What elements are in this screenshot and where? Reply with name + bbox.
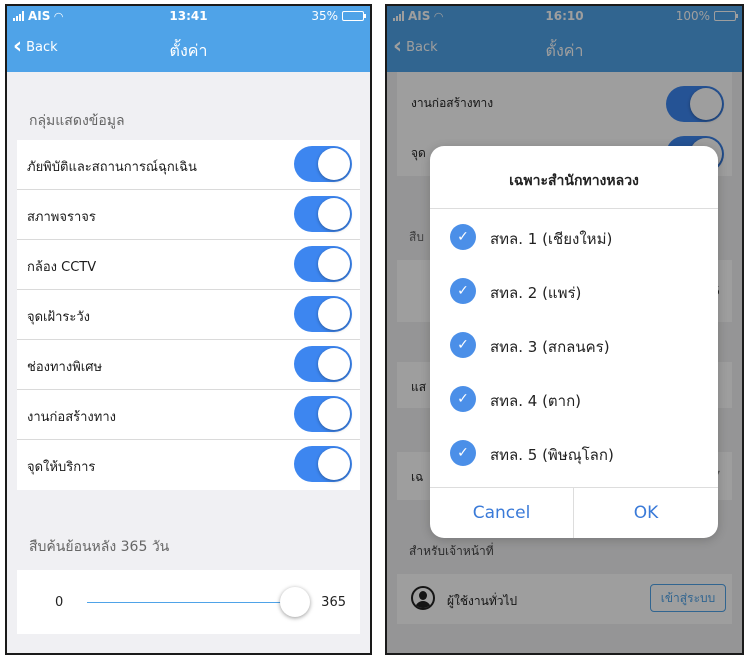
roadwork-toggle[interactable] [294,396,352,432]
watch-point-toggle[interactable] [294,296,352,332]
slider-thumb[interactable] [280,587,310,617]
traffic-toggle[interactable] [294,196,352,232]
toggle-row: จุดเฝ้าระวัง [17,290,360,340]
settings-screen-left: AIS ◠ 13:41 35% ‹ Back ตั้งค่า กลุ่มแสดง… [5,4,372,655]
layer-toggle-list: ภัยพิบัติและสถานการณ์ฉุกเฉิน สภาพจราจร ก… [17,140,360,490]
dialog-divider [430,208,718,209]
slider-track[interactable] [87,602,296,603]
toggle-label: จุดเฝ้าระวัง [27,310,91,325]
office-option[interactable]: ✓ สทล. 4 (ตาก) [446,374,708,424]
toggle-row: ช่องทางพิเศษ [17,340,360,390]
office-option[interactable]: ✓ สทล. 3 (สกลนคร) [446,320,708,370]
nav-bar: ‹ Back ตั้งค่า [7,26,370,72]
highway-office-dialog: เฉพาะสำนักทางหลวง ✓ สทล. 1 (เชียงใหม่) ✓… [430,146,718,538]
toggle-label: สภาพจราจร [27,210,96,225]
cctv-toggle[interactable] [294,246,352,282]
office-option-label: สทล. 1 (เชียงใหม่) [490,230,613,248]
checkmark-icon: ✓ [450,332,476,358]
office-option-label: สทล. 2 (แพร่) [490,284,582,302]
toggle-label: กล้อง CCTV [27,260,97,275]
display-group-title: กลุ่มแสดงข้อมูล [29,113,125,129]
checkmark-icon: ✓ [450,224,476,250]
toggle-label: จุดให้บริการ [27,460,96,475]
toggle-label: ภัยพิบัติและสถานการณ์ฉุกเฉิน [27,160,197,175]
checkmark-icon: ✓ [450,386,476,412]
battery-info: 35% [311,9,366,23]
slider-max-label: 365 [321,595,346,610]
settings-screen-right: AIS ◠ 16:10 100% ‹ Back ตั้งค่า งานก่อสร… [385,4,744,655]
office-option-label: สทล. 3 (สกลนคร) [490,338,610,356]
history-title: สืบค้นย้อนหลัง 365 วัน [29,539,170,555]
toggle-label: งานก่อสร้างทาง [27,410,116,425]
office-option-label: สทล. 4 (ตาก) [490,392,582,410]
toggle-row: สภาพจราจร [17,190,360,240]
office-option[interactable]: ✓ สทล. 2 (แพร่) [446,266,708,316]
toggle-label: ช่องทางพิเศษ [27,360,103,375]
dialog-title: เฉพาะสำนักทางหลวง [509,173,639,189]
toggle-row: งานก่อสร้างทาง [17,390,360,440]
battery-percent: 35% [311,9,338,23]
history-slider: 0 365 [17,570,360,634]
disaster-toggle[interactable] [294,146,352,182]
page-title: ตั้งค่า [169,41,208,60]
toggle-row: ภัยพิบัติและสถานการณ์ฉุกเฉิน [17,140,360,190]
ok-button[interactable]: OK [574,488,718,538]
toggle-row: กล้อง CCTV [17,240,360,290]
toggle-row: จุดให้บริการ [17,440,360,490]
office-option-label: สทล. 5 (พิษณุโลก) [490,446,614,464]
office-option[interactable]: ✓ สทล. 1 (เชียงใหม่) [446,212,708,262]
service-point-toggle[interactable] [294,446,352,482]
battery-icon [342,11,366,21]
special-lane-toggle[interactable] [294,346,352,382]
checkmark-icon: ✓ [450,440,476,466]
cancel-button[interactable]: Cancel [430,488,574,538]
slider-min-label: 0 [55,595,64,610]
status-bar: AIS ◠ 13:41 35% [7,6,370,26]
office-option[interactable]: ✓ สทล. 5 (พิษณุโลก) [446,428,708,478]
checkmark-icon: ✓ [450,278,476,304]
